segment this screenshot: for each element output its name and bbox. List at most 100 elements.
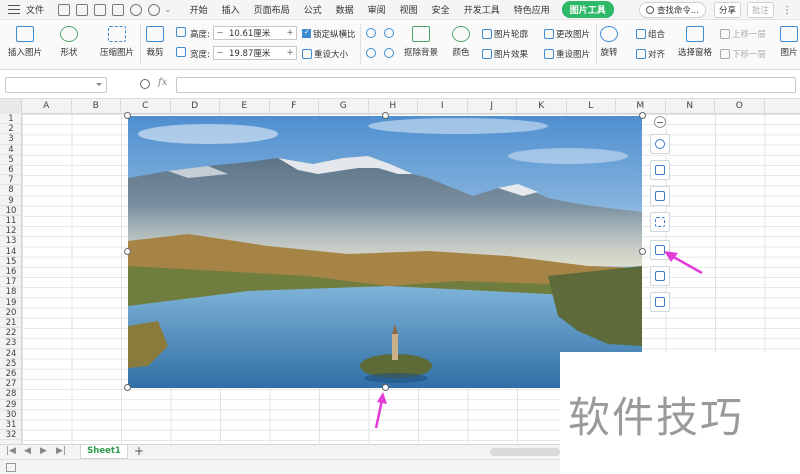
tab-review[interactable]: 审阅 [368,3,386,16]
search-input[interactable]: 查找命令... [638,2,706,18]
tab-page-layout[interactable]: 页面布局 [254,3,290,16]
save-icon[interactable] [58,3,71,16]
tab-home[interactable]: 开始 [190,3,208,16]
row-header[interactable]: 19 [0,298,22,308]
tab-insert[interactable]: 插入 [222,3,240,16]
tab-data[interactable]: 数据 [336,3,354,16]
selected-picture[interactable] [128,116,642,388]
row-header[interactable]: 21 [0,318,22,329]
print-icon[interactable] [94,3,107,16]
contrast-icon[interactable] [384,28,396,39]
file-menu[interactable]: 文件 [26,3,44,16]
decrement-icon[interactable]: − [214,48,226,58]
brightness-icon[interactable] [366,28,378,39]
row-header[interactable]: 24 [0,349,22,359]
tab-formulas[interactable]: 公式 [304,3,322,16]
undo-icon[interactable] [130,3,143,16]
shape-button[interactable]: 形状 [60,26,78,58]
picture-outline-button[interactable]: 图片轮廓 [482,28,528,40]
zoom-icon[interactable] [140,79,150,89]
column-header[interactable]: L [567,99,616,114]
row-header[interactable]: 2 [0,124,22,135]
compress-picture-button[interactable]: 压缩图片 [100,26,134,58]
prev-sheet-icon[interactable]: ◀ [24,446,31,456]
height-field[interactable]: −10.61厘米 + [213,26,297,40]
customize-icon[interactable]: ⌄ [164,5,172,15]
tab-security[interactable]: 安全 [432,3,450,16]
row-header[interactable]: 1 [0,114,22,125]
row-header[interactable]: 16 [0,267,22,278]
preview-icon[interactable] [112,3,125,16]
align-button[interactable]: 对齐 [636,48,665,60]
share-button[interactable]: 分享 [713,2,741,18]
column-header[interactable]: H [369,99,418,114]
picture-button[interactable]: 图片 [780,26,798,58]
column-header[interactable]: J [468,99,517,114]
comment-button[interactable]: 批注 [746,2,774,18]
row-header[interactable]: 29 [0,400,22,410]
picture-effects-button[interactable]: 图片效果 [482,48,528,60]
column-header[interactable]: O [715,99,765,114]
resize-handle[interactable] [382,384,389,391]
color-button[interactable]: 颜色 [452,26,470,58]
column-header[interactable]: G [319,99,369,114]
contrast-down-icon[interactable] [384,48,396,59]
add-sheet-button[interactable]: + [134,444,144,458]
column-header[interactable]: F [270,99,319,114]
row-header[interactable]: 15 [0,257,22,267]
resize-handle[interactable] [382,112,389,119]
tab-special[interactable]: 特色应用 [514,3,550,16]
redo-icon[interactable] [148,3,161,16]
macro-icon[interactable] [6,463,16,472]
send-backward-button[interactable]: 下移一层 [720,48,766,60]
row-header[interactable]: 11 [0,216,22,227]
row-header[interactable]: 7 [0,175,22,186]
column-header[interactable]: E [220,99,270,114]
zoom-picture-button[interactable] [650,134,670,154]
reset-size-button[interactable]: 重设大小 [302,48,348,60]
row-header[interactable]: 25 [0,359,22,369]
crop-float-button[interactable] [650,186,670,206]
increment-icon[interactable]: + [284,28,296,38]
magic-edit-button[interactable] [650,160,670,180]
resize-handle[interactable] [639,112,646,119]
row-header[interactable]: 13 [0,236,22,247]
change-picture-button[interactable]: 更改图片 [544,28,590,40]
column-header[interactable]: B [72,99,121,114]
row-header[interactable]: 3 [0,134,22,145]
row-header[interactable]: 32 [0,430,22,441]
horizontal-scrollbar[interactable] [490,448,560,456]
picture-to-pdf-button[interactable] [650,292,670,312]
row-header[interactable]: 23 [0,338,22,349]
row-header[interactable]: 6 [0,165,22,176]
width-field[interactable]: −19.87厘米 + [213,46,297,60]
last-sheet-icon[interactable]: ▶| [56,446,66,456]
next-sheet-icon[interactable]: ▶ [40,446,47,456]
resize-handle[interactable] [124,384,131,391]
column-header[interactable]: N [666,99,715,114]
row-header[interactable]: 17 [0,277,22,288]
row-header[interactable]: 26 [0,369,22,380]
row-header[interactable]: 9 [0,196,22,206]
row-header[interactable]: 31 [0,420,22,431]
more-icon[interactable]: ⋮ [782,5,792,16]
fx-icon[interactable]: fx [158,77,167,88]
increment-icon[interactable]: + [284,48,296,58]
reset-picture-button[interactable]: 重设图片 [544,48,590,60]
row-header[interactable]: 8 [0,185,22,196]
row-header[interactable]: 4 [0,145,22,155]
crop-button[interactable]: 裁剪 [146,26,164,58]
row-header[interactable]: 22 [0,328,22,339]
selection-pane-button[interactable]: 选择窗格 [678,26,712,58]
column-header[interactable]: D [171,99,220,114]
brightness-down-icon[interactable] [366,48,378,59]
column-header[interactable]: I [418,99,468,114]
row-header[interactable]: 18 [0,287,22,298]
row-header[interactable]: 30 [0,410,22,420]
rotate-button[interactable]: 旋转 [600,26,618,58]
row-header[interactable]: 28 [0,389,22,400]
group-button[interactable]: 组合 [636,28,665,40]
remove-bg-float-button[interactable] [650,212,670,232]
first-sheet-icon[interactable]: |◀ [6,446,16,456]
insert-picture-button[interactable]: 插入图片 [8,26,42,58]
